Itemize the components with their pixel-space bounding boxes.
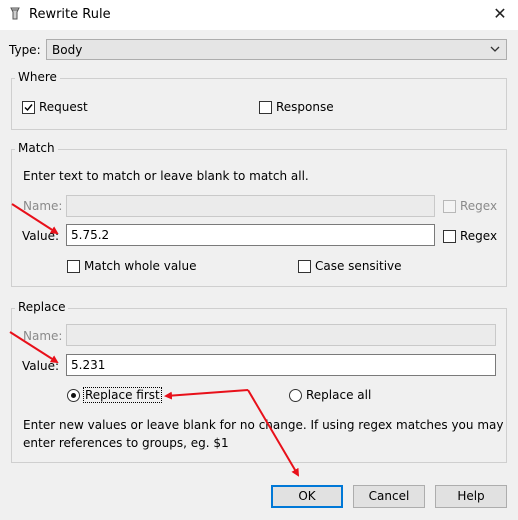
arrow-to-replace-first [164,389,249,400]
annotation-arrows [9,203,300,477]
arrow-to-ok-button [247,389,300,477]
arrow-to-replace-value [9,331,59,364]
arrow-to-match-value [11,203,59,235]
